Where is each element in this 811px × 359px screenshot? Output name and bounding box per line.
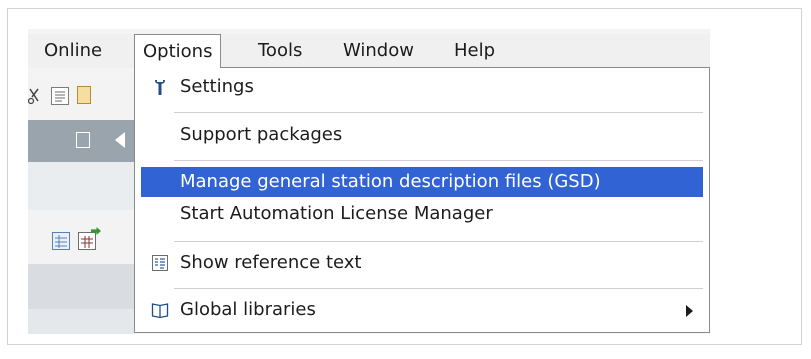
menu-item-global-libraries[interactable]: Global libraries	[141, 295, 703, 325]
menu-separator	[174, 160, 703, 161]
panel-strip	[28, 162, 134, 210]
menu-help[interactable]: Help	[446, 34, 503, 68]
paste-icon[interactable]	[77, 86, 91, 104]
screenshot-frame: Online Options Tools Window Help Setting…	[7, 8, 802, 345]
menu-separator	[174, 241, 703, 242]
options-dropdown-menu: Settings Support packages Manage general…	[134, 67, 710, 333]
table-view-icon[interactable]	[52, 232, 70, 250]
collapse-arrow-icon[interactable]	[115, 132, 125, 148]
copy-icon[interactable]	[51, 87, 69, 105]
menu-tools[interactable]: Tools	[250, 34, 310, 68]
submenu-arrow-icon	[686, 305, 693, 317]
menu-item-show-reference-text[interactable]: Show reference text	[141, 248, 703, 278]
book-icon	[151, 303, 169, 319]
menu-item-settings[interactable]: Settings	[141, 72, 703, 102]
menu-item-label: Manage general station description files…	[180, 171, 601, 192]
menu-bar: Online Options Tools Window Help	[28, 34, 710, 68]
menu-separator	[174, 288, 703, 289]
cut-icon[interactable]	[28, 87, 40, 105]
menu-item-label: Support packages	[180, 124, 343, 145]
menu-online[interactable]: Online	[36, 34, 110, 68]
menu-window[interactable]: Window	[335, 34, 422, 68]
menu-item-label: Global libraries	[180, 299, 316, 320]
export-table-icon[interactable]	[78, 232, 96, 250]
menu-item-manage-gsd[interactable]: Manage general station description files…	[141, 167, 703, 197]
menu-item-label: Settings	[180, 76, 254, 97]
menu-item-label: Start Automation License Manager	[180, 203, 493, 224]
panel-strip-grey	[28, 264, 134, 309]
panel-toggle-icon[interactable]	[76, 132, 90, 148]
application-window: Online Options Tools Window Help Setting…	[28, 29, 710, 334]
reference-text-icon	[152, 255, 168, 271]
menu-item-support-packages[interactable]: Support packages	[141, 120, 703, 150]
panel-strip-bottom	[28, 309, 134, 334]
wrench-icon	[155, 80, 165, 95]
menu-separator	[174, 112, 703, 113]
menu-item-label: Show reference text	[180, 252, 362, 273]
menu-options[interactable]: Options	[134, 34, 222, 68]
menu-item-automation-license-manager[interactable]: Start Automation License Manager	[141, 199, 703, 229]
